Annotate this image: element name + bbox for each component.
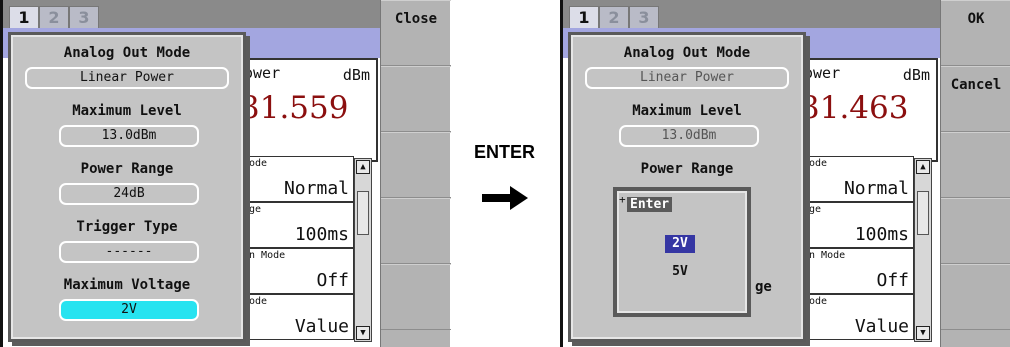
scroll-thumb[interactable] [357,191,369,235]
cell-display-mode[interactable]: Mode Value [798,294,914,340]
trigger-type-field[interactable]: ------ [59,241,199,263]
maximum-level-label: Maximum Level [632,103,742,119]
cell-mode[interactable]: Mode Normal [798,156,914,202]
ok-button[interactable]: OK [941,0,1010,66]
cell-gain-mode[interactable]: in Mode Off [798,248,914,294]
tab-bar: 1 2 3 [9,6,99,28]
cell-label: in Mode [243,250,286,261]
readout-unit: dBm [342,66,370,84]
softkey-5[interactable] [941,264,1010,330]
cell-display-mode[interactable]: Mode Value [238,294,354,340]
tab-3[interactable]: 3 [69,6,99,28]
softkey-3[interactable] [941,132,1010,198]
tab-bar: 1 2 3 [569,6,659,28]
option-5v[interactable]: 5V [665,263,695,281]
cell-value: Value [854,316,909,337]
softkey-3[interactable] [381,132,451,198]
tab-3[interactable]: 3 [629,6,659,28]
softkey-2[interactable] [381,66,451,132]
cell-label: in Mode [803,250,846,261]
analog-out-mode-label: Analog Out Mode [63,45,191,61]
analog-out-dialog: Analog Out Mode Linear Power Maximum Lev… [8,32,246,342]
cell-value: Value [294,316,349,337]
power-readout: ower dBm 31.559 [238,58,378,162]
scroll-down-icon[interactable]: ▼ [356,326,370,340]
maximum-level-field[interactable]: 13.0dBm [619,125,759,147]
cell-average[interactable]: age 100ms [238,202,354,248]
cell-mode[interactable]: Mode Normal [238,156,354,202]
tab-1[interactable]: 1 [9,6,39,28]
settings-cells: Mode Normal age 100ms in Mode Off Mode V… [238,156,354,341]
left-screen: 1 2 3 ower dBm 31.559 Mode Normal age 10… [0,0,451,347]
right-screen: 1 2 3 ower dBm 31.463 Mode Normal age 10… [560,0,1010,347]
close-button[interactable]: Close [381,0,451,66]
cell-label: Mode [803,158,828,169]
scroll-up-icon[interactable]: ▲ [356,160,370,174]
scroll-thumb[interactable] [917,191,929,235]
enter-transition-label: ENTER [474,142,536,162]
trigger-type-label: Trigger Type [76,219,178,235]
power-range-label: Power Range [80,161,174,177]
softkey-5[interactable] [381,264,451,330]
readout-unit: dBm [902,66,930,84]
tab-1[interactable]: 1 [569,6,599,28]
softkey-panel: Close [380,0,451,347]
top-bar: 1 2 3 [0,0,380,28]
maximum-level-label: Maximum Level [72,103,182,119]
readout-value: 31.463 [800,90,909,126]
scroll-down-icon[interactable]: ▼ [916,326,930,340]
plus-icon: + [619,193,626,206]
power-range-label: Power Range [640,161,734,177]
analog-out-mode-field[interactable]: Linear Power [585,67,789,89]
maximum-level-field[interactable]: 13.0dBm [59,125,199,147]
cell-label: Mode [243,296,268,307]
tab-2[interactable]: 2 [39,6,69,28]
settings-cells: Mode Normal age 100ms in Mode Off Mode V… [798,156,914,341]
scrollbar[interactable]: ▲ ▼ [354,158,372,342]
cancel-button[interactable]: Cancel [941,66,1010,132]
maximum-voltage-field[interactable]: 2V [59,299,199,321]
popup-title: Enter [627,197,673,212]
cell-value: Off [876,270,909,291]
cell-label: Mode [243,158,268,169]
softkey-4[interactable] [381,198,451,264]
power-range-field[interactable]: 24dB [59,183,199,205]
scroll-up-icon[interactable]: ▲ [916,160,930,174]
top-bar: 1 2 3 [560,0,940,28]
cell-gain-mode[interactable]: in Mode Off [238,248,354,294]
analog-out-dialog: Analog Out Mode Linear Power Maximum Lev… [568,32,806,342]
tab-2[interactable]: 2 [599,6,629,28]
cell-value: Normal [843,178,909,199]
cell-value: 100ms [294,224,349,245]
power-readout: ower dBm 31.463 [798,58,938,162]
maximum-voltage-label-partial: ge [755,279,772,295]
readout-label: ower [244,64,281,82]
maximum-voltage-label: Maximum Voltage [63,277,191,293]
right-arrow-icon [482,186,528,210]
analog-out-mode-field[interactable]: Linear Power [25,67,229,89]
option-2v[interactable]: 2V [665,235,695,253]
scrollbar[interactable]: ▲ ▼ [914,158,932,342]
readout-label: ower [804,64,841,82]
cell-value: 100ms [854,224,909,245]
cell-label: Mode [803,296,828,307]
cell-average[interactable]: age 100ms [798,202,914,248]
enter-popup: + Enter 2V 5V [613,187,751,317]
cell-value: Off [316,270,349,291]
cell-value: Normal [283,178,349,199]
softkey-panel: OK Cancel [940,0,1010,347]
readout-value: 31.559 [240,90,349,126]
analog-out-mode-label: Analog Out Mode [623,45,751,61]
softkey-4[interactable] [941,198,1010,264]
